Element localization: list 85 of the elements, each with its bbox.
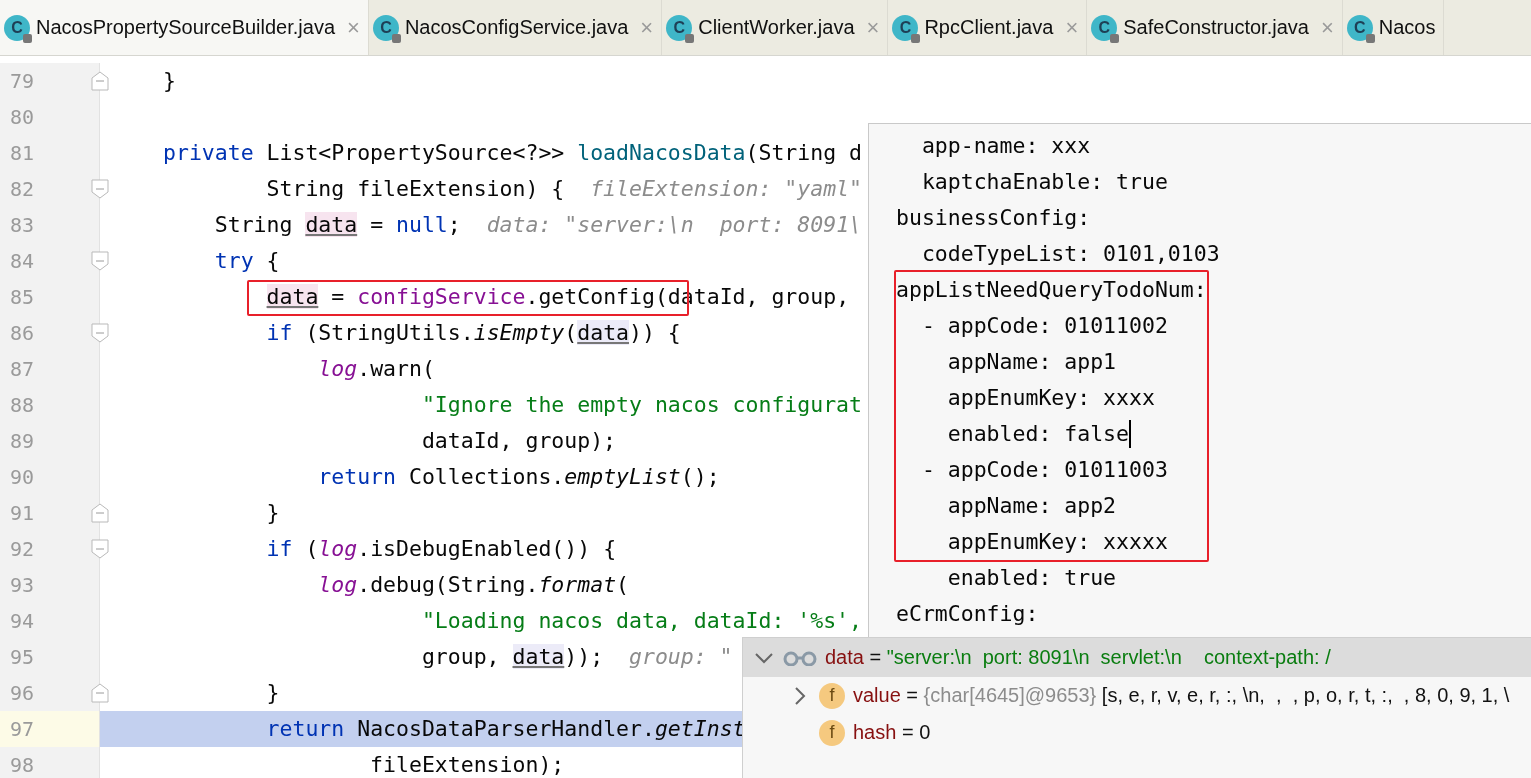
- yaml-line: appEnumKey: xxxxx: [946, 528, 1168, 556]
- yaml-line: appListNeedQueryTodoNum:: [896, 276, 1207, 304]
- line-number: 98: [0, 747, 100, 778]
- yaml-line: kaptchaEnable: true: [920, 168, 1168, 196]
- glasses-icon: [783, 649, 817, 666]
- yaml-line: appName: app2: [946, 492, 1117, 520]
- line-number: 80: [0, 99, 100, 135]
- yaml-line: enabled: true: [946, 564, 1117, 592]
- fold-marker-icon[interactable]: [91, 251, 109, 271]
- line-number: 84: [0, 243, 100, 279]
- line-number: 96: [0, 675, 100, 711]
- tab-label: NacosPropertySourceBuilder.java: [36, 16, 336, 39]
- yaml-line: enabled: false: [946, 420, 1129, 448]
- code-line: private List<PropertySource<?>> loadNacosData(String d: [163, 140, 862, 165]
- code-line: String fileExtension) { fileExtension: "yaml": [265, 176, 862, 201]
- tab-label: RpcClient.java: [924, 16, 1054, 39]
- editor-tab[interactable]: C NacosConfigService.java ×: [368, 0, 663, 55]
- fold-marker-icon[interactable]: [91, 503, 109, 523]
- code-line: }: [265, 680, 280, 705]
- tab-label: ClientWorker.java: [698, 16, 855, 39]
- variable-text: value = {char[4645]@9653} [s, e, r, v, e, r, :, \n, , , p, o, r, t, :, , 8, 0, 9, 1, \: [853, 684, 1510, 707]
- class-icon: C: [666, 14, 693, 41]
- tab-label: Nacos: [1378, 16, 1436, 39]
- code-line: group, data)); group: ": [420, 644, 733, 669]
- fold-marker-icon[interactable]: [91, 683, 109, 703]
- code-line: if (StringUtils.isEmpty(data)) {: [265, 320, 681, 345]
- class-icon: C: [1346, 14, 1373, 41]
- line-number: 89: [0, 423, 100, 459]
- line-number: 87: [0, 351, 100, 387]
- line-number: 91: [0, 495, 100, 531]
- variable-text: hash = 0: [853, 721, 931, 744]
- code-line: dataId, group);: [420, 428, 617, 453]
- fold-marker-icon[interactable]: [91, 539, 109, 559]
- chevron-right-icon[interactable]: [794, 685, 806, 706]
- line-number: 83: [0, 207, 100, 243]
- line-number: 88: [0, 387, 100, 423]
- yaml-line: - appCode: 01011002: [920, 312, 1168, 340]
- code-line: fileExtension);: [369, 752, 565, 777]
- code-line: String data = null; data: "server:\n port: 8091\: [213, 212, 863, 237]
- line-number: 90: [0, 459, 100, 495]
- fold-marker-icon[interactable]: [91, 71, 109, 91]
- code-line: }: [265, 500, 280, 525]
- editor-tab[interactable]: C NacosPropertySourceBuilder.java ×: [0, 0, 369, 55]
- chevron-down-icon[interactable]: [754, 651, 774, 664]
- yaml-line: appEnumKey: xxxx: [946, 384, 1155, 412]
- line-number: 94: [0, 603, 100, 639]
- line-number: 93: [0, 567, 100, 603]
- fold-marker-icon[interactable]: [91, 179, 109, 199]
- code-line: log.warn(: [317, 356, 435, 381]
- code-line: log.debug(String.format(: [317, 572, 630, 597]
- yaml-line: appName: app1: [946, 348, 1117, 376]
- line-number: 79: [0, 63, 100, 99]
- line-number: 81: [0, 135, 100, 171]
- editor-tab[interactable]: C RpcClient.java ×: [888, 0, 1088, 55]
- editor-tab[interactable]: C ClientWorker.java ×: [662, 0, 889, 55]
- yaml-line: codeTypeList: 0101,0103: [920, 240, 1220, 268]
- field-badge: f: [819, 682, 845, 709]
- yaml-line: eCrmConfig:: [896, 600, 1039, 628]
- line-number: 92: [0, 531, 100, 567]
- line-number: 97: [0, 711, 100, 747]
- editor-tab[interactable]: C SafeConstructor.java ×: [1087, 0, 1343, 55]
- yaml-line: - appCode: 01011003: [920, 456, 1168, 484]
- code-line: if (log.isDebugEnabled()) {: [265, 536, 617, 561]
- field-badge: f: [819, 719, 845, 746]
- tab-label: NacosConfigService.java: [404, 16, 629, 39]
- tab-label: SafeConstructor.java: [1123, 16, 1309, 39]
- code-line: try {: [213, 248, 280, 273]
- variable-text: data = "server:\n port: 8091\n servlet:\n context-path: /: [825, 646, 1331, 669]
- line-number: 82: [0, 171, 100, 207]
- code-line: return Collections.emptyList();: [317, 464, 720, 489]
- code-line: "Loading nacos data, dataId: '%s',: [420, 608, 862, 633]
- class-icon: C: [4, 14, 30, 41]
- code-line: "Ignore the empty nacos configurat: [420, 392, 862, 417]
- class-icon: C: [892, 14, 919, 41]
- line-number: 86: [0, 315, 100, 351]
- code-line: return NacosDataParserHandler.getInst: [265, 716, 746, 741]
- line-number: 95: [0, 639, 100, 675]
- code-line: }: [163, 68, 176, 93]
- line-number: 85: [0, 279, 100, 315]
- yaml-line: businessConfig:: [896, 204, 1091, 232]
- editor-tab[interactable]: C Nacos: [1342, 0, 1445, 55]
- class-icon: C: [1091, 14, 1118, 41]
- fold-marker-icon[interactable]: [91, 323, 109, 343]
- class-icon: C: [372, 14, 399, 41]
- yaml-line: app-name: xxx: [920, 132, 1091, 160]
